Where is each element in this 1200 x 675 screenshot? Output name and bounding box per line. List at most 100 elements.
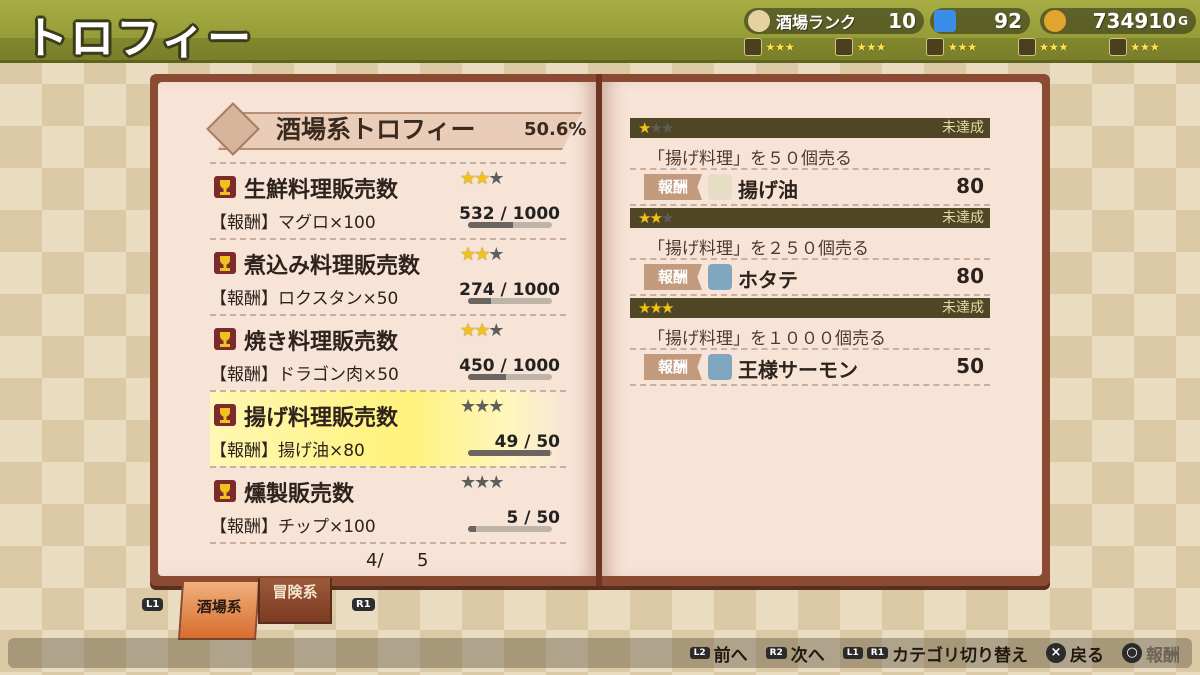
star-icon: ★ [660,299,675,317]
trophy-name: 燻製販売数 [244,482,355,507]
achievement-status: 未達成 [942,120,984,136]
achievement-description: 「揚げ料理」を５０個売る [648,149,852,169]
gem-icon [934,10,956,32]
trophy-stars: ★★★ [460,244,504,265]
trophy-name: 焼き料理販売数 [244,330,399,355]
trophy-progress-bar [468,450,552,456]
trophy-item[interactable]: 煮込み料理販売数 ★★★ 【報酬】ロクスタン×50 274 / 1000 [210,238,566,314]
top-bar: トロフィー 酒場ランク 10 92 734910 G ★★★ ★★★ ★★★ ★★★ ★… [0,0,1200,64]
trophy-progress-fill [468,526,477,532]
trophy-progress-bar [468,222,552,228]
hint-next-label: 次へ [790,645,825,666]
book-rank-icon [835,38,854,56]
help-bar: L2 前へ R2 次へ L1 R1 カテゴリ切り替え × 戻る ○ 報酬 [8,638,1192,668]
trophy-stars: ★★★ [460,472,504,493]
hint-category[interactable]: L1 R1 カテゴリ切り替え [842,641,1028,666]
reward-tag: 報酬 [644,174,702,200]
star-icon: ★ [638,299,652,317]
trophy-progress-fill [468,450,551,456]
gold-unit: G [1178,14,1188,28]
hint-next[interactable]: R2 次へ [765,641,825,666]
circle-button-icon: ○ [1122,643,1142,663]
gem-value: 92 [994,9,1022,33]
rank-stars: ★★★ [765,40,795,54]
trophy-item[interactable]: 揚げ料理販売数 ★★★ 【報酬】揚げ油×80 49 / 50 [210,390,566,466]
pagination: 4/ 5 [366,550,428,571]
achievement-status: 未達成 [942,210,984,226]
star-icon: ★ [488,244,504,265]
trophy-item[interactable]: 生鮮料理販売数 ★★★ 【報酬】マグロ×100 532 / 1000 [210,162,566,238]
achievement-header: ★★★ 未達成 [630,208,990,228]
hint-reward-label: 報酬 [1146,645,1180,666]
achievement-status: 未達成 [942,300,984,316]
trophy-stars: ★★★ [460,396,504,417]
r1-hint-glyph: R1 [866,647,888,659]
achievement-reward-row: 報酬 王様サーモン 50 [630,348,990,386]
hint-reward[interactable]: ○ 報酬 [1122,641,1180,666]
achievement-header: ★★★ 未達成 [630,118,990,138]
achievement-stars: ★★★ [638,209,675,227]
right-page: ★★★ 未達成 「揚げ料理」を５０個売る 報酬 揚げ油 80 ★★★ 未達成 「揚げ料理」を２５… [602,82,1042,576]
rank-stars: ★★★ [856,40,886,54]
achievement-description: 「揚げ料理」を２５０個売る [648,239,869,259]
star-icon: ★ [474,320,490,341]
star-icon: ★ [488,396,504,417]
trophy-name: 生鮮料理販売数 [244,178,399,203]
star-icon: ★ [649,119,663,137]
tab-adventure[interactable]: 冒険系 [258,578,332,624]
rank-stars: ★★★ [947,40,977,54]
gold-count: 734910 G [1040,8,1196,34]
star-icon: ★ [460,168,476,189]
trophy-item[interactable]: 燻製販売数 ★★★ 【報酬】チップ×100 5 / 50 [210,466,566,544]
chest-rank-icon [926,38,945,56]
rank-category-3: ★★★ [1017,38,1109,56]
trophy-reward: 【報酬】マグロ×100 [210,213,376,233]
trophy-name: 煮込み料理販売数 [244,254,421,279]
hint-category-label: カテゴリ切り替え [892,645,1028,666]
gem-count: 92 [930,8,1030,34]
achievement-tier: ★★★ 未達成 「揚げ料理」を１０００個売る 報酬 王様サーモン 50 [630,298,990,386]
star-icon: ★ [660,209,675,227]
trophy-cup-icon [214,252,236,274]
hint-back[interactable]: × 戻る [1046,641,1104,666]
fish-icon [708,264,732,290]
coin-icon [1044,10,1066,32]
achievement-reward-row: 報酬 揚げ油 80 [630,168,990,206]
trophy-stars: ★★★ [460,320,504,341]
oil-bottle-icon [708,174,732,200]
trophy-item[interactable]: 焼き料理販売数 ★★★ 【報酬】ドラゴン肉×50 450 / 1000 [210,314,566,390]
star-icon: ★ [488,168,504,189]
rank-category-strip: ★★★ ★★★ ★★★ ★★★ ★★★ [744,38,1200,56]
star-icon: ★ [649,299,663,317]
trophy-progress-bar [468,298,552,304]
reward-quantity: 50 [956,354,984,378]
category-title: 酒場系トロフィー [276,115,476,144]
rank-stars: ★★★ [1038,40,1069,54]
trophy-book: 酒場系トロフィー 50.6% 生鮮料理販売数 ★★★ 【報酬】マグロ×100 532 … [150,74,1050,586]
category-percent: 50.6% [524,119,587,140]
hint-prev[interactable]: L2 前へ [689,641,748,666]
achievement-tier: ★★★ 未達成 「揚げ料理」を２５０個売る 報酬 ホタテ 80 [630,208,990,296]
reward-quantity: 80 [956,264,984,288]
tab-tavern[interactable]: 酒場系 [177,582,261,640]
rank-category-0: ★★★ [744,38,835,56]
achievement-description: 「揚げ料理」を１０００個売る [648,329,886,349]
screen-title: トロフィー [24,13,254,64]
star-icon: ★ [638,119,652,137]
shield-rank-icon [744,38,762,56]
star-icon: ★ [649,209,663,227]
helmet-rank-icon [1108,38,1127,56]
gold-value: 734910 [1092,9,1177,33]
trophy-cup-icon [214,404,236,426]
trophy-stars: ★★★ [460,168,504,189]
reward-quantity: 80 [956,174,984,198]
trophy-reward: 【報酬】ロクスタン×50 [210,289,399,309]
page-total: 5 [417,550,429,571]
l1-button-glyph[interactable]: L1 [142,598,164,611]
r1-button-glyph[interactable]: R1 [352,598,375,611]
trophy-name: 揚げ料理販売数 [244,406,399,431]
pot-rank-icon [1017,38,1036,56]
reward-name: 王様サーモン [738,358,858,382]
rank-category-2: ★★★ [926,38,1017,56]
hint-back-label: 戻る [1070,645,1104,666]
